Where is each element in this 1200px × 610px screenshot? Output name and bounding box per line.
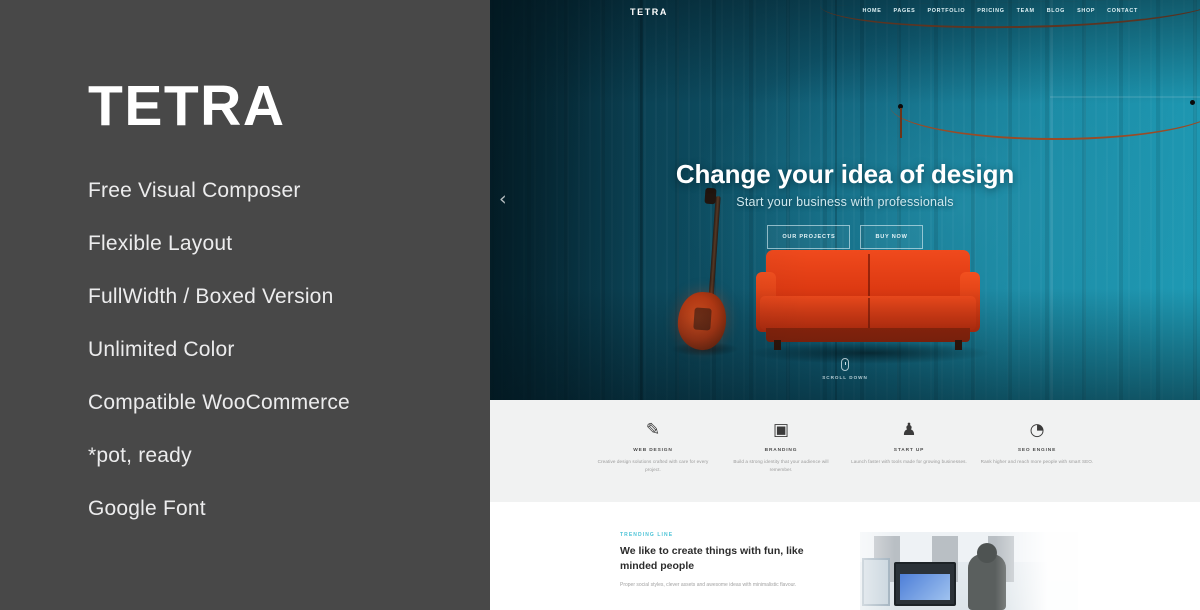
buy-now-button[interactable]: Buy Now	[860, 225, 923, 250]
promo-feature-item: Google Font	[88, 497, 206, 520]
feature-title: Branding	[764, 448, 798, 453]
promo-feature-item: *pot, ready	[88, 444, 192, 467]
content-section: Trending Line We like to create things w…	[490, 502, 1200, 610]
brush-icon: ✎	[645, 419, 661, 440]
content-paragraph: Proper social styles, clever assets and …	[620, 582, 797, 589]
promo-feature-item: FullWidth / Boxed Version	[88, 285, 334, 308]
features-section: ✎ Web Design Creative design solutions c…	[490, 400, 1200, 502]
hero-copy: Change your idea of design Start your bu…	[490, 159, 1200, 250]
nav-item-portfolio[interactable]: Portfolio	[927, 8, 965, 14]
theme-preview: TETRA Home Pages Portfolio Pricing Team …	[490, 0, 1200, 610]
promo-feature-list: Free Visual Composer Flexible Layout Ful…	[88, 180, 478, 551]
feature-card[interactable]: ♟ Start Up Launch faster with tools made…	[845, 418, 973, 466]
nav-item-contact[interactable]: Contact	[1107, 8, 1138, 14]
hero-button-group: Our Projects Buy Now	[490, 225, 1200, 250]
site-logo[interactable]: TETRA	[630, 7, 668, 17]
scroll-down-label: Scroll Down	[822, 375, 868, 380]
rocket-icon: ♟	[901, 419, 917, 440]
nav-item-shop[interactable]: Shop	[1077, 8, 1095, 14]
feature-description: Rank higher and reach more people with s…	[980, 459, 1094, 464]
content-eyebrow: Trending Line	[620, 532, 674, 538]
feature-description: Launch faster with tools made for growin…	[851, 459, 967, 464]
hero-section: TETRA Home Pages Portfolio Pricing Team …	[490, 0, 1200, 400]
promo-feature-item: Free Visual Composer	[88, 179, 301, 202]
promo-panel: TETRA Free Visual Composer Flexible Layo…	[0, 0, 490, 610]
feature-description: Creative design solutions crafted with c…	[597, 459, 709, 473]
feature-title: Web Design	[633, 448, 673, 453]
feature-card[interactable]: ◔ Seo Engine Rank higher and reach more …	[973, 418, 1101, 466]
pie-chart-icon: ◔	[1029, 419, 1045, 440]
promo-banner: TETRA Free Visual Composer Flexible Layo…	[0, 0, 1200, 610]
hero-heading: Change your idea of design	[675, 159, 1015, 189]
promo-feature-item: Flexible Layout	[88, 232, 233, 255]
promo-title: TETRA	[88, 74, 286, 138]
nav-menu: Home Pages Portfolio Pricing Team Blog S…	[863, 8, 1138, 14]
feature-description: Build a strong identity that your audien…	[733, 459, 829, 473]
promo-feature-item: Unlimited Color	[88, 338, 235, 361]
hero-subheading: Start your business with professionals	[736, 195, 954, 210]
feature-title: Seo Engine	[1017, 448, 1057, 453]
feature-card[interactable]: ✎ Web Design Creative design solutions c…	[589, 418, 717, 474]
nav-item-team[interactable]: Team	[1017, 8, 1035, 14]
content-text-block: Trending Line We like to create things w…	[620, 532, 838, 610]
photo-fade-overlay	[860, 532, 1078, 610]
promo-feature-item: Compatible WooCommerce	[88, 391, 350, 414]
scroll-down-indicator[interactable]: Scroll Down	[490, 358, 1200, 380]
nav-item-pages[interactable]: Pages	[894, 8, 916, 14]
nav-item-home[interactable]: Home	[863, 8, 882, 14]
our-projects-button[interactable]: Our Projects	[767, 225, 851, 250]
site-navbar: TETRA Home Pages Portfolio Pricing Team …	[490, 0, 1200, 26]
nav-item-pricing[interactable]: Pricing	[977, 8, 1004, 14]
content-heading: We like to create things with fun, like …	[620, 545, 804, 573]
content-row: Trending Line We like to create things w…	[620, 532, 1080, 610]
mouse-scroll-icon	[841, 358, 849, 371]
office-photo	[860, 532, 1078, 610]
feature-card[interactable]: ▣ Branding Build a strong identity that …	[717, 418, 845, 474]
camera-icon: ▣	[772, 419, 790, 440]
nav-item-blog[interactable]: Blog	[1047, 8, 1065, 14]
feature-title: Start Up	[893, 448, 925, 453]
